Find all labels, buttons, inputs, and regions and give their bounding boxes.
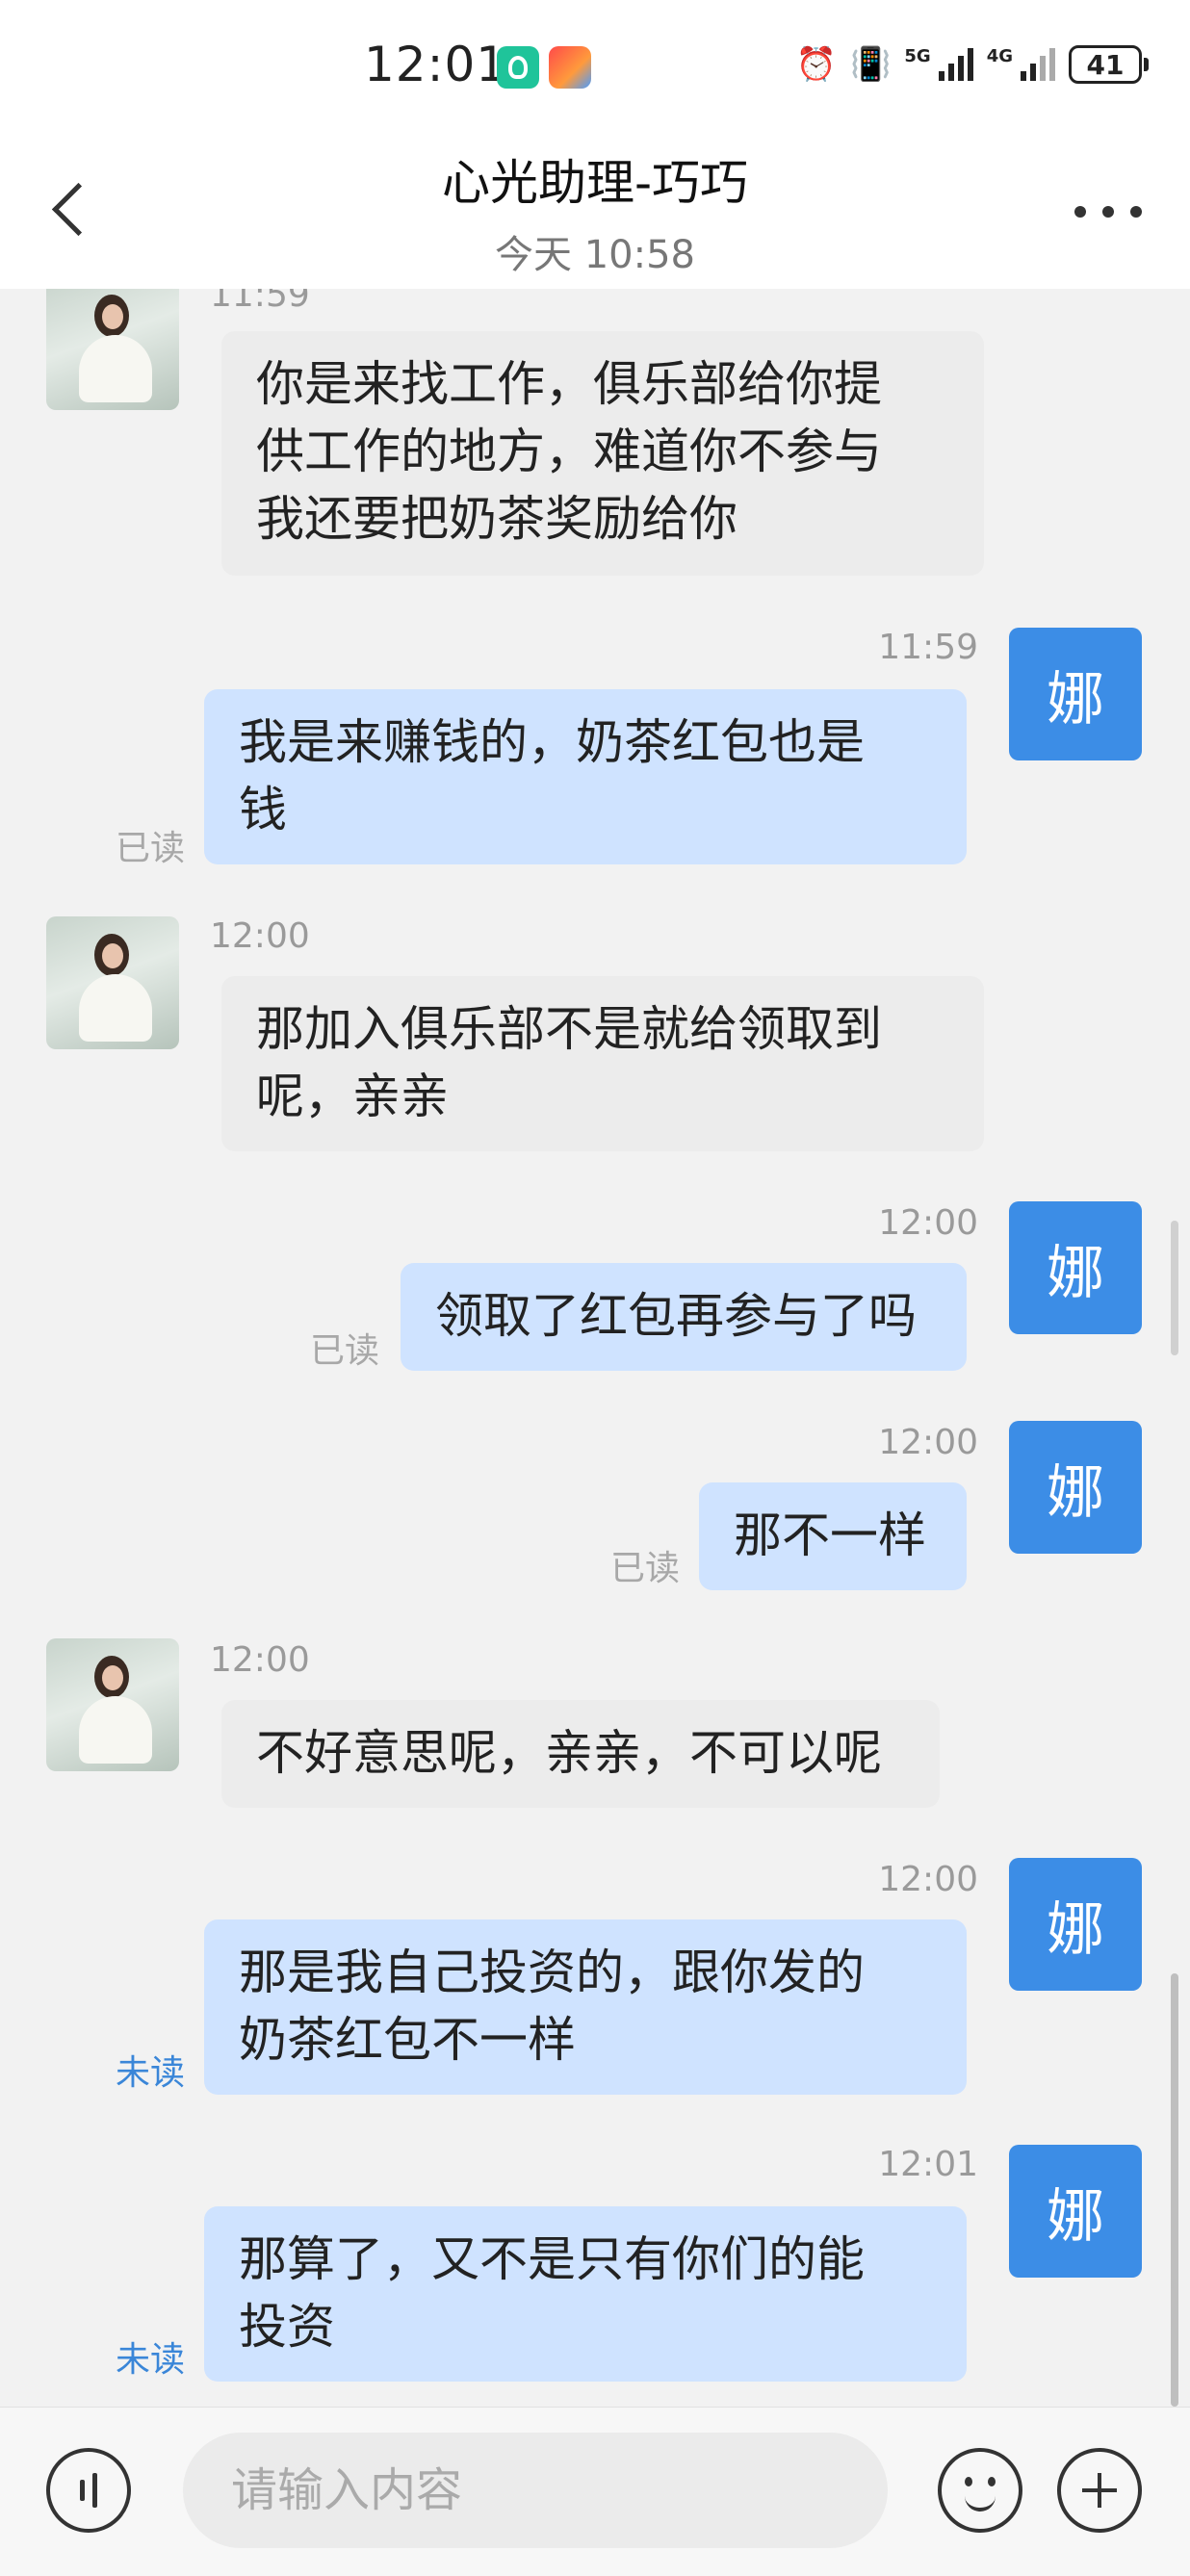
unread-status: 未读 [116,2340,186,2380]
chat-header: 心光助理-巧巧 今天 10:58 [0,135,1190,289]
status-bar: 12:01 ⏰ 📳 5G 4G 41 [0,0,1190,135]
voice-input-button[interactable] [46,2448,131,2533]
my-avatar[interactable]: 娜 [1009,1421,1142,1554]
message-time: 12:00 [210,1640,310,1680]
emoji-button[interactable] [938,2448,1022,2533]
message-bubble-outgoing[interactable]: 我是来赚钱的，奶茶红包也是 钱 [204,689,967,864]
chat-title: 心光助理-巧巧 [441,155,749,211]
message-input[interactable] [183,2433,888,2548]
message-bubble-incoming[interactable]: 那加入俱乐部不是就给领取到 呢，亲亲 [221,976,984,1151]
my-avatar[interactable]: 娜 [1009,2145,1142,2278]
contact-avatar[interactable] [46,1638,179,1771]
app-notification-icon [497,46,539,89]
read-status: 已读 [610,1549,681,1588]
message-time: 12:00 [878,1423,978,1462]
plus-button[interactable] [1057,2448,1142,2533]
message-bubble-incoming[interactable]: 你是来找工作，俱乐部给你提 供工作的地方，难道你不参与 我还要把奶茶奖励给你 [221,331,984,576]
read-status: 已读 [116,829,186,868]
read-status: 已读 [310,1331,380,1371]
scrollbar-thumb[interactable] [1171,1973,1178,2407]
message-bubble-outgoing[interactable]: 那算了，又不是只有你们的能 投资 [204,2206,967,2382]
message-time: 12:01 [878,2145,978,2184]
message-list[interactable]: 11:59 你是来找工作，俱乐部给你提 供工作的地方，难道你不参与 我还要把奶茶… [0,289,1190,2407]
chat-screen: 12:01 ⏰ 📳 5G 4G 41 心光助理-巧巧 今天 10:58 11:5… [0,0,1190,2576]
contact-avatar[interactable] [46,289,179,410]
vibrate-icon: 📳 [850,45,892,84]
battery-level: 41 [1086,48,1125,81]
my-avatar[interactable]: 娜 [1009,1201,1142,1334]
voice-icon [80,2480,85,2501]
smile-icon [965,2477,972,2486]
status-time: 12:01 [364,37,508,92]
message-time: 12:00 [210,916,310,956]
contact-avatar[interactable] [46,916,179,1049]
input-bar [0,2407,1190,2576]
message-time: 12:00 [878,1860,978,1899]
battery-icon: 41 [1069,45,1149,84]
alarm-icon: ⏰ [795,45,838,84]
message-time: 12:00 [878,1203,978,1243]
message-time: 11:59 [878,628,978,667]
unread-status: 未读 [116,2053,186,2093]
scroll-indicator [1171,1221,1178,1355]
message-time: 11:59 [210,289,310,315]
my-avatar[interactable]: 娜 [1009,628,1142,760]
my-avatar[interactable]: 娜 [1009,1858,1142,1991]
chat-subtitle: 今天 10:58 [495,233,695,277]
message-bubble-outgoing[interactable]: 那不一样 [699,1482,967,1590]
signal-5g-icon: 5G [904,48,973,81]
game-notification-icon [549,46,591,89]
signal-4g-icon: 4G [987,48,1055,81]
status-icons: ⏰ 📳 5G 4G 41 [795,40,1149,89]
more-options-button[interactable] [1074,202,1142,221]
message-bubble-outgoing[interactable]: 领取了红包再参与了吗 [401,1263,967,1371]
message-bubble-outgoing[interactable]: 那是我自己投资的，跟你发的 奶茶红包不一样 [204,1919,967,2095]
more-dots-icon [1074,206,1086,218]
message-bubble-incoming[interactable]: 不好意思呢，亲亲，不可以呢 [221,1700,940,1808]
